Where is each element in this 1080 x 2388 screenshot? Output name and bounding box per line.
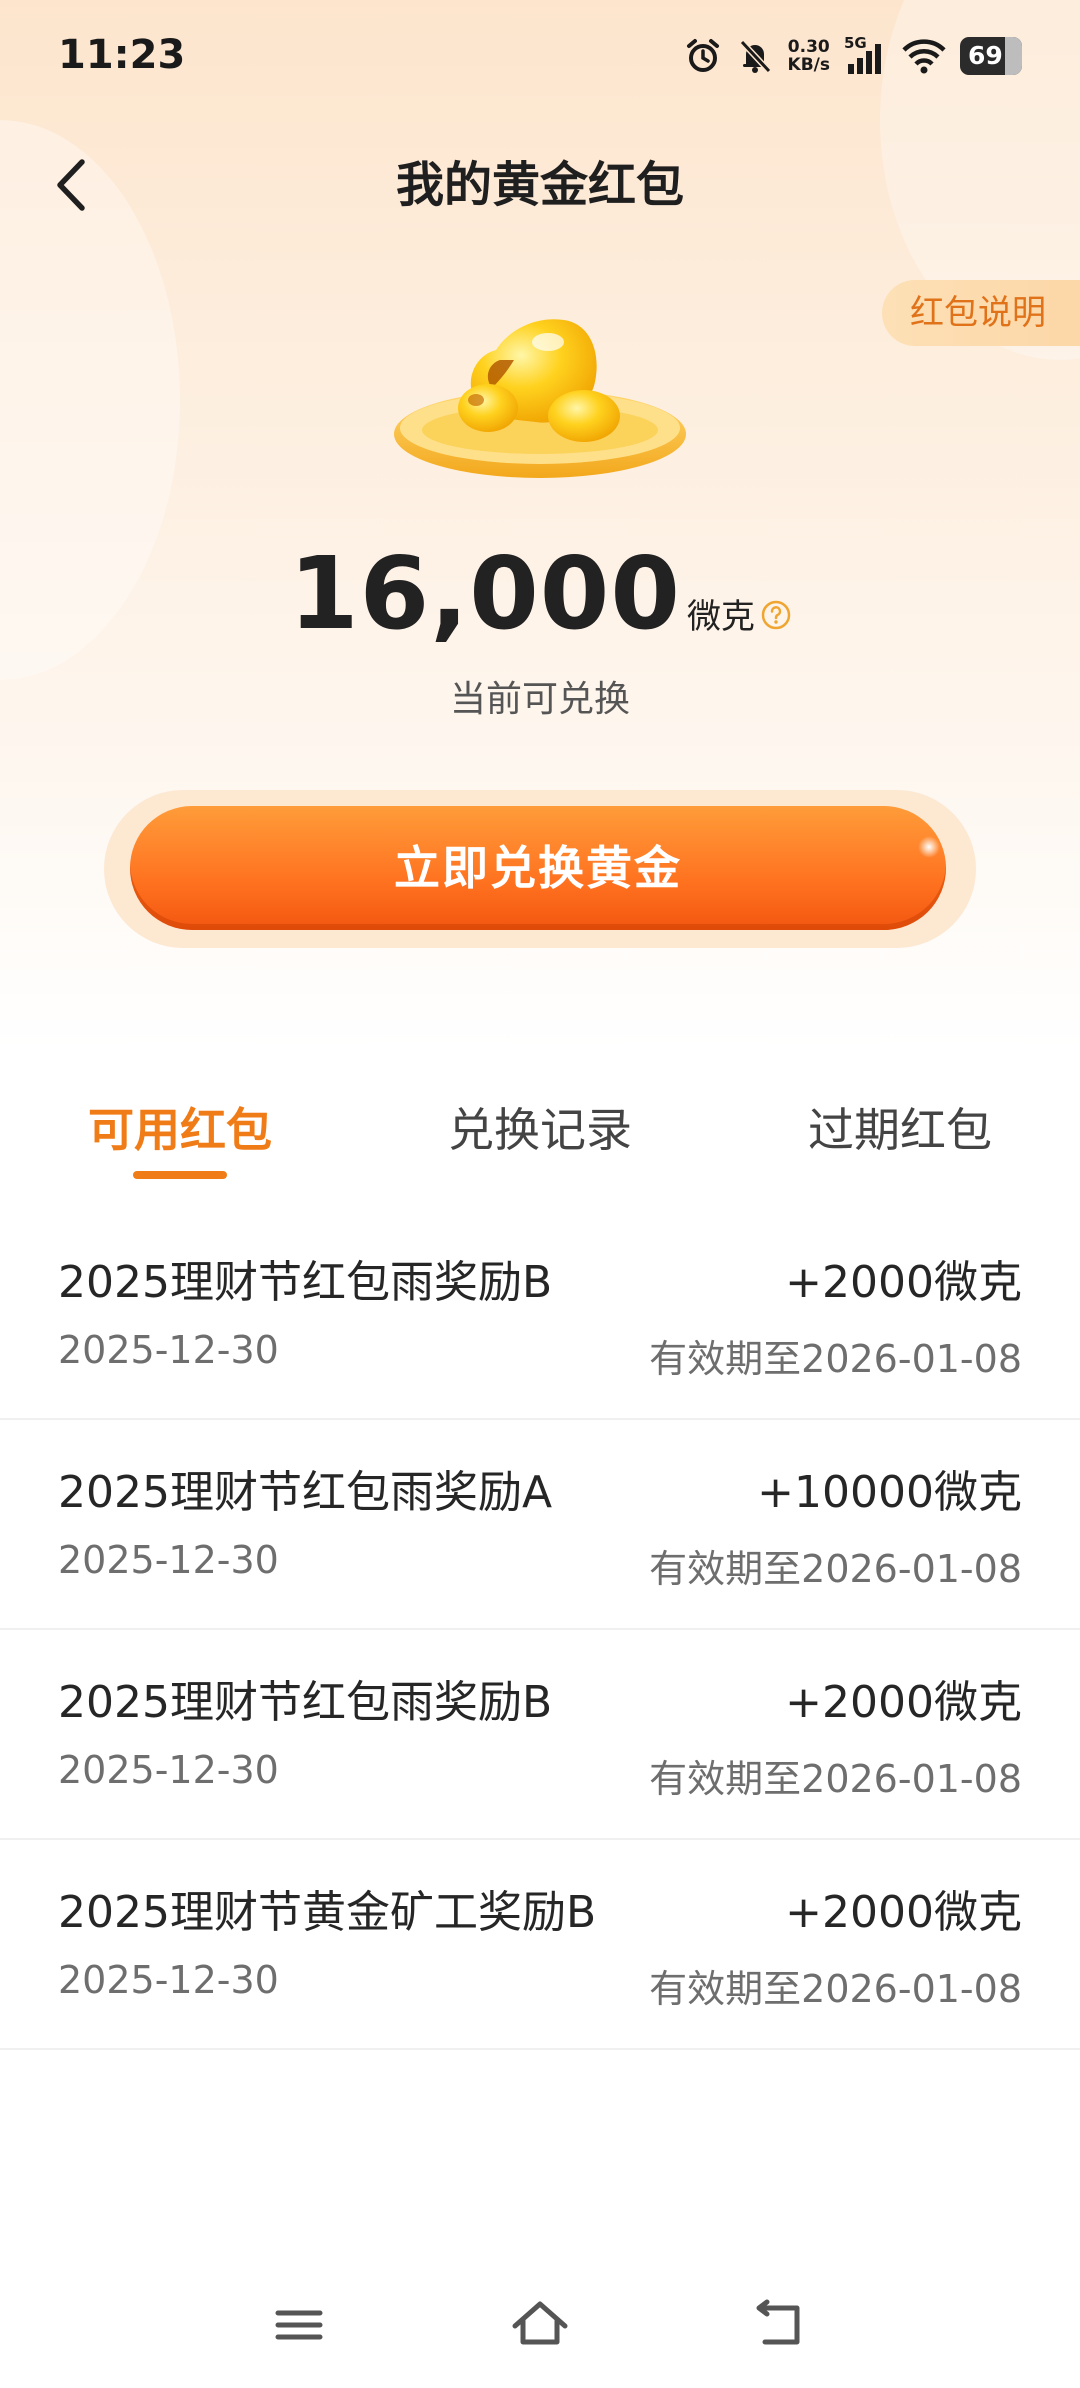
balance-caption: 当前可兑换 [449,679,630,720]
balance-row: 16,000 微克 [0,535,1080,652]
status-time: 11:23 [58,32,186,78]
battery-indicator: 69 [960,37,1022,75]
record-expiry: 有效期至2026-01-08 [649,1337,1022,1381]
record-name: 2025理财节红包雨奖励B [58,1677,553,1728]
record-date: 2025-12-30 [58,1538,279,1582]
network-speed-unit: KB/s [787,55,830,75]
tab-label: 过期红包 [808,1103,992,1157]
record-name: 2025理财节红包雨奖励B [58,1257,553,1308]
battery-level: 69 [968,41,1003,70]
system-navigation-bar [0,2270,1080,2380]
record-amount: +2000微克 [785,1887,1022,1938]
record-expiry: 有效期至2026-01-08 [649,1757,1022,1801]
alarm-icon [684,37,722,75]
list-item[interactable]: 2025理财节红包雨奖励A +10000微克 2025-12-30 有效期至20… [0,1420,1080,1630]
status-bar: 11:23 0.30 KB/s 5G 69 [0,0,1080,118]
home-button[interactable] [505,2290,575,2360]
battery-empty-portion [1005,37,1022,75]
exchange-gold-button-label: 立即兑换黄金 [394,841,682,895]
tab-label: 可用红包 [88,1103,272,1157]
tab-label: 兑换记录 [448,1103,632,1157]
gold-beans-icon [388,298,692,488]
record-amount: +10000微克 [757,1467,1022,1518]
balance-unit: 微克 [686,597,755,637]
record-name: 2025理财节黄金矿工奖励B [58,1887,597,1938]
back-nav-button[interactable] [745,2290,815,2360]
record-date: 2025-12-30 [58,1748,279,1792]
home-icon [512,2301,568,2345]
record-expiry: 有效期至2026-01-08 [649,1967,1022,2011]
page-title: 我的黄金红包 [395,157,684,213]
cell-signal-icon: 5G [844,34,888,76]
tab-bar: 可用红包 兑换记录 过期红包 [0,1082,1080,1178]
record-date: 2025-12-30 [58,1958,279,2002]
list-item[interactable]: 2025理财节红包雨奖励B +2000微克 2025-12-30 有效期至202… [0,1210,1080,1420]
red-packet-list: 2025理财节红包雨奖励B +2000微克 2025-12-30 有效期至202… [0,1210,1080,2050]
menu-button[interactable] [264,2290,334,2360]
status-icons: 0.30 KB/s 5G 69 [684,34,1022,78]
menu-icon [275,2310,323,2340]
list-item[interactable]: 2025理财节红包雨奖励B +2000微克 2025-12-30 有效期至202… [0,1630,1080,1840]
tab-exchange-records[interactable]: 兑换记录 [360,1082,720,1178]
exchange-gold-button[interactable]: 立即兑换黄金 [130,806,946,930]
list-item[interactable]: 2025理财节黄金矿工奖励B +2000微克 2025-12-30 有效期至20… [0,1840,1080,2050]
network-speed: 0.30 KB/s [788,38,830,74]
wifi-icon [902,38,946,74]
record-expiry: 有效期至2026-01-08 [649,1547,1022,1591]
mute-bell-icon [736,37,774,75]
help-question-icon[interactable] [761,600,791,630]
record-amount: +2000微克 [785,1257,1022,1308]
record-amount: +2000微克 [785,1677,1022,1728]
active-tab-indicator [133,1171,227,1179]
screen: 11:23 0.30 KB/s 5G 69 我的黄金红包 红包说明 16,000… [0,0,1080,2388]
balance-value: 16,000 [289,535,681,652]
record-date: 2025-12-30 [58,1328,279,1372]
record-name: 2025理财节红包雨奖励A [58,1467,553,1518]
back-arrow-icon [756,2299,800,2345]
red-packet-explanation-button[interactable]: 红包说明 [882,280,1080,346]
network-speed-value: 0.30 [787,37,830,57]
sparkle-icon [918,836,940,858]
